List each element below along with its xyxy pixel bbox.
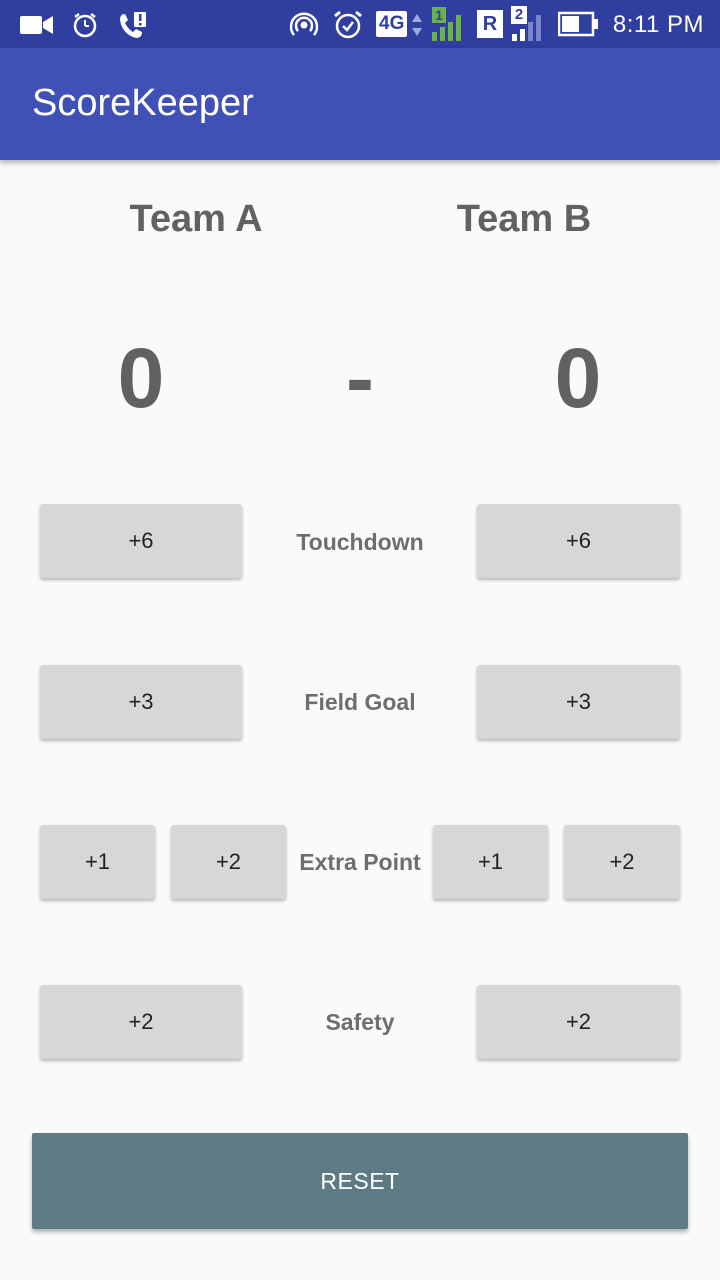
video-camera-icon: [20, 16, 53, 34]
battery-icon: [558, 11, 598, 37]
team-a-score: 0: [117, 331, 165, 425]
team-b-name: Team B: [456, 198, 592, 240]
team-a-safety-button[interactable]: +2: [40, 985, 242, 1059]
signal-icon: [432, 15, 461, 41]
signal-sim2-icon: [512, 15, 541, 41]
clock-time: 8:11 PM: [612, 11, 704, 38]
touchdown-label: Touchdown: [296, 529, 424, 555]
team-a-field-goal-button[interactable]: +3: [40, 665, 242, 739]
field-goal-label: Field Goal: [304, 689, 416, 715]
team-a-touchdown-button[interactable]: +6: [40, 504, 242, 578]
hotspot-icon: [289, 12, 319, 36]
data-arrows-icon: [412, 14, 422, 36]
team-a-extra-point-1-button[interactable]: +1: [40, 825, 155, 899]
team-b-field-goal-button[interactable]: +3: [477, 665, 680, 739]
team-b-score: 0: [554, 331, 602, 425]
alarm-clock-icon: [73, 13, 97, 38]
reset-button[interactable]: RESET: [32, 1133, 688, 1229]
team-b-touchdown-button[interactable]: +6: [477, 504, 680, 578]
extra-point-label: Extra Point: [299, 849, 421, 875]
alarm-icon: [334, 10, 362, 39]
team-a-extra-point-2-button[interactable]: +2: [171, 825, 286, 899]
status-bar: 4G 1 R 2 8:11 PM: [0, 0, 720, 48]
roaming-badge: R: [477, 10, 503, 38]
team-b-safety-button[interactable]: +2: [477, 985, 680, 1059]
safety-label: Safety: [325, 1009, 395, 1035]
app-bar: ScoreKeeper: [0, 48, 720, 160]
team-b-extra-point-1-button[interactable]: +1: [433, 825, 548, 899]
call-alert-icon: [120, 12, 146, 38]
score-separator: -: [346, 331, 374, 425]
app-title: ScoreKeeper: [32, 82, 254, 124]
team-a-name: Team A: [129, 198, 263, 240]
team-b-extra-point-2-button[interactable]: +2: [564, 825, 680, 899]
network-type-badge: 4G: [376, 11, 408, 37]
